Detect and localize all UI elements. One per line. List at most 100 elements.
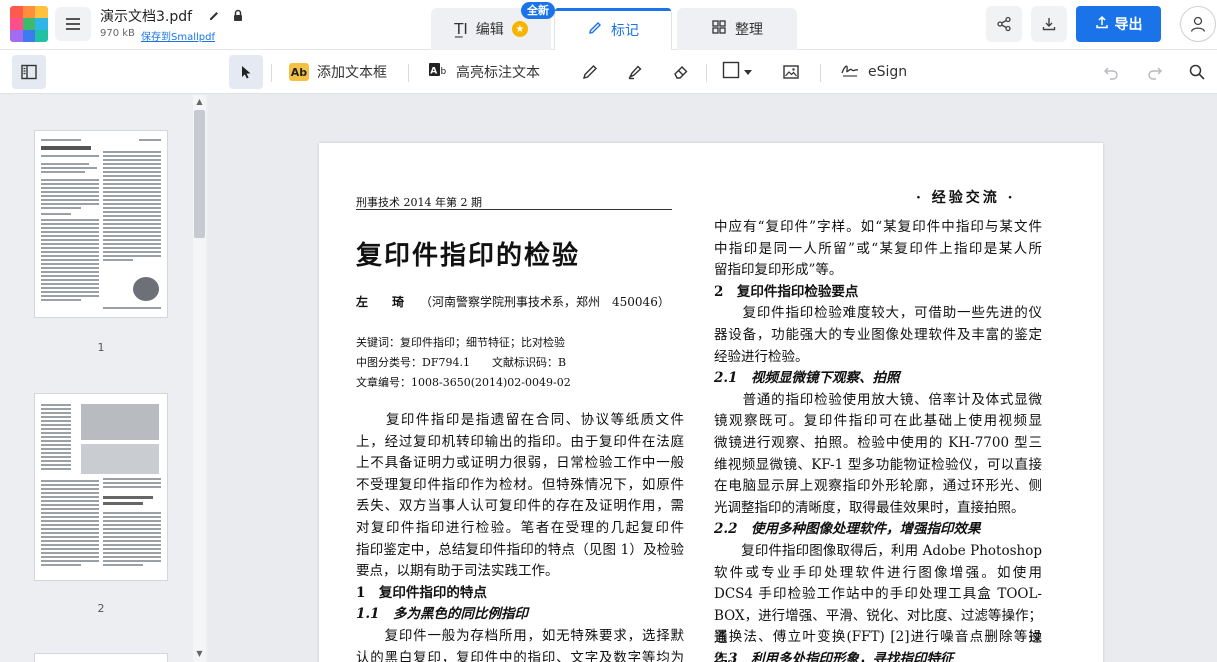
pencil-icon bbox=[587, 20, 603, 40]
section-heading: 2 复印件指印检验要点 bbox=[714, 284, 859, 300]
redo-icon[interactable] bbox=[1138, 55, 1172, 89]
right-text-line: 镜观察既可。复印件指印可在此基础上使用视频显 bbox=[714, 413, 1042, 429]
right-text-line: 在电脑显示屏上观察指印外形轮廓，通过环形光、侧 bbox=[714, 478, 1042, 494]
scroll-down-icon[interactable]: ▼ bbox=[193, 648, 206, 660]
author-line: 左 琦 （河南警察学院刑事技术系，郑州 450046） bbox=[356, 293, 670, 310]
right-text-line: 软件或专业手印处理软件进行图像增强。如使用 bbox=[714, 565, 1042, 581]
right-text-line: DCS4 手印检验工作站中的手印处理工具盒 TOOL- bbox=[714, 586, 1042, 602]
highlight-text-label: 高亮标注文本 bbox=[456, 65, 540, 81]
author-name: 左 琦 bbox=[356, 295, 411, 309]
save-to-smallpdf-link[interactable]: 保存到Smallpdf bbox=[141, 28, 215, 43]
app-logo-icon[interactable] bbox=[10, 6, 48, 42]
grid-icon bbox=[711, 19, 727, 39]
page-number-1: 1 bbox=[97, 341, 105, 354]
right-text-line: 普通的指印检验使用放大镜、倍率计及体式显微 bbox=[714, 392, 1042, 408]
subsection-heading: 2.1 视频显微镜下观察、拍照 bbox=[714, 370, 900, 386]
tab-annotate[interactable]: 标记 bbox=[554, 8, 672, 50]
pen-icon[interactable] bbox=[573, 55, 607, 89]
textbox-icon: Ab bbox=[289, 63, 309, 81]
page-thumbnail-1[interactable] bbox=[34, 130, 168, 318]
highlighter-icon[interactable] bbox=[618, 55, 652, 89]
right-text-line: 复印件指印检验难度较大，可借助一些先进的仪 bbox=[714, 305, 1042, 321]
page-thumbnails-sidebar[interactable]: 1 2 bbox=[0, 95, 208, 662]
article-number: 文章编号：1008-3650(2014)02-0049-02 bbox=[356, 376, 571, 389]
left-text-line: 复印件指印是指遗留在合同、协议等纸质文件 bbox=[356, 412, 684, 428]
signature-icon bbox=[840, 61, 860, 83]
classification: 中图分类号：DF794.1 文献标识码：B bbox=[356, 356, 567, 369]
svg-text:A: A bbox=[430, 66, 437, 76]
svg-text:b: b bbox=[441, 67, 447, 77]
eraser-icon[interactable] bbox=[664, 55, 698, 89]
annotation-toolbar: Ab 添加文本框 Ab 高亮标注文本 eSign bbox=[0, 50, 1217, 94]
column-label: · 经验交流 · bbox=[916, 190, 1016, 206]
star-icon: ★ bbox=[511, 21, 528, 37]
right-text-line: 中指印是同一人所留”或“某复印件上指印是某人所 bbox=[714, 241, 1042, 257]
subsection-heading: 1.1 多为黑色的同比例指印 bbox=[356, 606, 528, 622]
right-text-line: 器设备，功能强大的专业图像处理软件及丰富的鉴定 bbox=[714, 327, 1042, 343]
journal-header: 刑事技术 2014 年第 2 期 bbox=[356, 196, 482, 209]
add-textbox-label: 添加文本框 bbox=[317, 65, 387, 81]
right-text-line: 光调整指印的清晰度，取得最佳效果时，直接拍照。 bbox=[714, 500, 1025, 516]
left-text-line: 复印件一般为存档所用，如无特殊要求，选择默 bbox=[356, 628, 684, 644]
highlight-text-icon: Ab bbox=[428, 61, 448, 83]
right-text-line: 维视频显微镜、KF-1 型多功能物证检验仪，可以直接 bbox=[714, 457, 1042, 473]
pdf-page[interactable]: 刑事技术 2014 年第 2 期 · 经验交流 · 复印件指印的检验 左 琦 （河… bbox=[319, 143, 1103, 662]
toolbar-divider bbox=[408, 64, 409, 82]
tab-annotate-label: 标记 bbox=[611, 22, 639, 39]
chevron-down-icon bbox=[744, 64, 752, 80]
right-text-line: 经验进行检验。 bbox=[714, 349, 809, 365]
right-text-line: 中应有“复印件”字样。如“某复印件中指印与某文件 bbox=[714, 219, 1042, 235]
file-name[interactable]: 演示文档3.pdf bbox=[100, 6, 192, 26]
undo-icon[interactable] bbox=[1094, 55, 1128, 89]
left-text-line: 对复印件指印进行检验。笔者在受理的几起复印件 bbox=[356, 520, 684, 536]
author-affiliation: （河南警察学院刑事技术系，郑州 450046） bbox=[420, 295, 670, 309]
tab-edit-label: 编辑 bbox=[475, 22, 504, 38]
esign-button[interactable]: eSign bbox=[840, 55, 907, 89]
rename-pencil-icon[interactable] bbox=[205, 6, 223, 24]
download-icon[interactable] bbox=[1031, 6, 1067, 42]
right-text-line: 微镜进行观察、拍照。检验中使用的 KH-7700 型三 bbox=[714, 435, 1042, 451]
article-title: 复印件指印的检验 bbox=[356, 241, 581, 271]
select-cursor-icon[interactable] bbox=[229, 55, 263, 89]
shape-dropdown[interactable] bbox=[722, 55, 760, 89]
left-text-line: 要点，以期有助于司法实践工作。 bbox=[356, 563, 559, 579]
add-textbox-button[interactable]: Ab 添加文本框 bbox=[289, 55, 387, 89]
lock-icon[interactable] bbox=[229, 6, 247, 24]
esign-label: eSign bbox=[868, 64, 908, 80]
new-badge: 全新 bbox=[521, 2, 555, 19]
toolbar-divider bbox=[271, 64, 272, 82]
highlight-text-button[interactable]: Ab 高亮标注文本 bbox=[428, 55, 540, 89]
scroll-up-icon[interactable]: ▲ bbox=[193, 96, 206, 108]
menu-icon[interactable] bbox=[55, 7, 91, 41]
text-edit-icon: T̲I bbox=[454, 20, 468, 38]
image-icon[interactable] bbox=[774, 55, 808, 89]
top-bar: 演示文档3.pdf 970 kB 保存到Smallpdf T̲I 编辑 ★ 标记… bbox=[0, 0, 1217, 50]
left-text-line: 不受理复印件指印作为检材。但特殊情况下，如原件 bbox=[356, 477, 684, 493]
sidebar-toggle-icon[interactable] bbox=[12, 55, 46, 89]
left-text-line: 指印鉴定中，总结复印件指印的特点（见图 1）及检验 bbox=[356, 542, 684, 558]
rectangle-icon bbox=[722, 61, 740, 83]
left-text-line: 上，经过复印机转印输出的指印。由于复印件在法庭 bbox=[356, 434, 684, 450]
left-text-line: 丢失、双方当事人认可复印件的存在及证明作用，需 bbox=[356, 498, 684, 514]
left-text-line: 上不具备证明力或证明力很弱，日常检验工作中一般 bbox=[356, 455, 684, 471]
export-label: 导出 bbox=[1114, 17, 1143, 33]
header-rule bbox=[356, 209, 672, 210]
export-button[interactable]: 导出 bbox=[1076, 6, 1161, 42]
file-size: 970 kB bbox=[100, 28, 135, 39]
page-thumbnail-2[interactable] bbox=[34, 393, 168, 581]
left-text-line: 认的黑白复印，复印件中的指印、文字及数字等均为 bbox=[356, 650, 684, 662]
share-icon[interactable] bbox=[986, 6, 1022, 42]
search-icon[interactable] bbox=[1180, 55, 1214, 89]
sidebar-scroll-thumb[interactable] bbox=[194, 110, 205, 238]
keywords: 关键词：复印件指印；细节特征；比对检验 bbox=[356, 336, 565, 349]
tab-organize-label: 整理 bbox=[735, 22, 763, 38]
subsection-heading: 2.3 利用多处指印形象，寻找指印特征 bbox=[714, 651, 954, 662]
page-thumbnail-3[interactable] bbox=[34, 653, 168, 662]
right-text-line: 留指印复印形成”等。 bbox=[714, 262, 843, 278]
tab-organize[interactable]: 整理 bbox=[677, 8, 797, 50]
toolbar-divider bbox=[820, 64, 821, 82]
subsection-heading: 2.2 使用多种图像处理软件，增强指印效果 bbox=[714, 521, 981, 537]
page-number-2: 2 bbox=[97, 602, 105, 615]
user-avatar-icon[interactable] bbox=[1180, 6, 1216, 42]
mode-tabs: T̲I 编辑 ★ 标记 整理 bbox=[431, 8, 797, 50]
